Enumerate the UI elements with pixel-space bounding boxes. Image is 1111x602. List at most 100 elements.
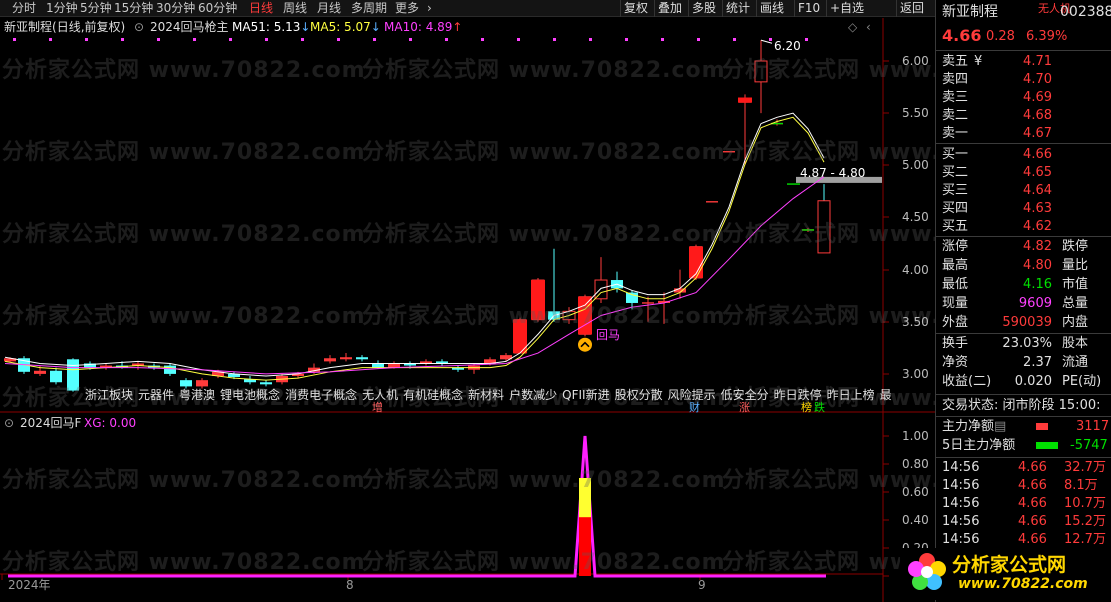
xg-value: XG: 0.00 <box>84 416 137 430</box>
concept-tags[interactable]: 浙江板块 元器件 粤港澳 锂电池概念 消费电子概念 无人机 有机硅概念 新材料 户数减少 QFII… <box>85 388 897 402</box>
period-toolbar: 分时 1分钟 5分钟 15分钟 30分钟 60分钟 日线 周线 月线 多周期 更多 › 复权 叠加 多股 统计… <box>0 0 935 17</box>
concept-tag[interactable]: 风险提示 <box>668 388 716 402</box>
stat-0-value: 4.82 <box>1023 239 1052 254</box>
main-flow-bar <box>1036 423 1048 430</box>
period-tab-7[interactable]: 周线 <box>283 1 307 16</box>
indicator-tick: 0.60 <box>902 485 929 499</box>
period-tab-8[interactable]: 月线 <box>317 1 341 16</box>
candle-body <box>340 357 352 360</box>
toolbar-button-0[interactable]: 复权 <box>620 0 651 17</box>
stat2-1-value: 2.37 <box>1023 355 1052 370</box>
watermark-text: 分析家公式网 www.70822.com <box>2 468 366 493</box>
concept-tag[interactable]: 新材料 <box>468 388 504 402</box>
concept-tag[interactable]: 无人机 <box>362 388 398 402</box>
stock-chart-window: { "period_tabs":["分时","1分钟","5分钟","15分钟"… <box>0 0 1111 602</box>
quote-pct: 6.39% <box>1026 29 1068 44</box>
ask-4-value: 4.70 <box>1023 72 1052 87</box>
tick-volume: 10.7万 <box>1064 496 1106 511</box>
period-tab-5[interactable]: 60分钟 <box>198 1 237 16</box>
price-tick: 5.00 <box>902 158 929 172</box>
signal-dot <box>769 38 772 41</box>
logo-text: 分析家公式网 <box>952 554 1067 576</box>
concept-tag[interactable]: 户数减少 <box>509 388 557 402</box>
concept-tag[interactable]: 有机硅概念 <box>403 388 463 402</box>
event-tag: 涨 <box>739 401 750 414</box>
concept-tag[interactable]: 消费电子概念 <box>285 388 357 402</box>
watermark-text: 分析家公式网 www.70822.com <box>362 304 726 329</box>
toolbar-button-4[interactable]: 画线 <box>756 0 787 17</box>
quote-panel: 新亚制程 无人机 002388 4.66 0.28 6.39% 交易状态: 闭市… <box>935 0 1111 602</box>
indicator-tick: 0.40 <box>902 513 929 527</box>
chevron-left-icon[interactable]: ‹ <box>866 20 871 34</box>
signal-dot <box>553 38 556 41</box>
price-tick: 5.50 <box>902 106 929 120</box>
diamond-icon[interactable]: ◇ <box>848 20 857 34</box>
toolbar-button-7[interactable]: 返回 <box>896 0 927 17</box>
price-tick: 3.00 <box>902 367 929 381</box>
concept-tag[interactable]: QFII新进 <box>562 388 609 402</box>
watermark-text: 分析家公式网 www.70822.com <box>2 58 366 83</box>
period-tab-1[interactable]: 1分钟 <box>46 1 78 16</box>
stat-3-value: 9609 <box>1018 296 1052 311</box>
stat-2-label2: 市值 <box>1062 277 1089 292</box>
signal-dot <box>697 38 700 41</box>
toolbar-button-5[interactable]: F10 <box>794 0 823 17</box>
formula-collapse-icon[interactable]: ⊙ <box>134 20 144 34</box>
ask-1-value: 4.67 <box>1023 126 1052 141</box>
tick-price: 4.66 <box>1018 460 1047 475</box>
stat-4-value: 590039 <box>1002 315 1052 330</box>
stat-3-label2: 总量 <box>1062 296 1089 311</box>
toolbar-button-6[interactable]: +自选 <box>826 0 867 17</box>
indicator-tick: 0.80 <box>902 457 929 471</box>
subchart-collapse-icon[interactable]: ⊙ <box>4 416 14 430</box>
concept-tag[interactable]: 元器件 <box>138 388 174 402</box>
signal-dot <box>517 38 520 41</box>
signal-dot <box>229 38 232 41</box>
toolbar-button-1[interactable]: 叠加 <box>654 0 685 17</box>
signal-dot <box>85 38 88 41</box>
concept-tag[interactable]: 股权分散 <box>615 388 663 402</box>
concept-tag[interactable]: 锂电池概念 <box>220 388 280 402</box>
stat-1-value: 4.80 <box>1023 258 1052 273</box>
watermark-text: 分析家公式网 www.70822.com <box>362 468 726 493</box>
candle-body <box>594 279 608 300</box>
x-axis-month-9: 9 <box>698 578 706 592</box>
price-tick: 6.00 <box>902 54 929 68</box>
candle-body <box>372 363 384 368</box>
concept-tag[interactable]: 低安全分 <box>721 388 769 402</box>
flower-logo-icon <box>908 553 946 590</box>
period-tab-4[interactable]: 30分钟 <box>156 1 195 16</box>
toolbar-button-2[interactable]: 多股 <box>688 0 719 17</box>
concept-tag[interactable]: 最 <box>880 388 892 402</box>
period-tab-10[interactable]: 更多 <box>395 1 419 16</box>
tick-volume: 12.7万 <box>1064 532 1106 547</box>
period-tab-3[interactable]: 15分钟 <box>114 1 153 16</box>
ask-3-value: 4.69 <box>1023 90 1052 105</box>
period-tab-2[interactable]: 5分钟 <box>80 1 112 16</box>
logo-url: www.70822.com <box>958 576 1088 592</box>
stat2-1-label2: 流通 <box>1062 355 1089 370</box>
period-more-chevron-icon[interactable]: › <box>427 1 432 16</box>
signal-dot <box>157 38 160 41</box>
stat2-0-label2: 股本 <box>1062 336 1089 351</box>
period-tab-0[interactable]: 分时 <box>12 1 36 16</box>
formula-name[interactable]: 2024回马枪主 <box>150 20 229 34</box>
event-tag: 财 <box>689 401 700 414</box>
concept-tag[interactable]: 浙江板块 <box>85 388 133 402</box>
toolbar-button-3[interactable]: 统计 <box>722 0 753 17</box>
watermark-text: 分析家公式网 www.70822.com <box>362 58 726 83</box>
concept-tag[interactable]: 昨日上榜 <box>827 388 875 402</box>
period-tab-9[interactable]: 多周期 <box>351 1 387 16</box>
concept-tag[interactable]: 昨日跌停 <box>774 388 822 402</box>
event-tag: 榜 <box>801 401 812 414</box>
huima-signal-label: 回马 <box>596 328 621 342</box>
watermark-text: 分析家公式网 www.70822.com <box>362 222 726 247</box>
signal-dot <box>49 38 52 41</box>
period-tab-6[interactable]: 日线 <box>249 1 273 16</box>
signal-dot <box>265 38 268 41</box>
signal-dot <box>733 38 736 41</box>
bid-3-value: 4.64 <box>1023 183 1052 198</box>
candle-body <box>164 365 176 374</box>
concept-tag[interactable]: 粤港澳 <box>179 388 215 402</box>
x-axis-year: 2024年 <box>8 578 51 592</box>
